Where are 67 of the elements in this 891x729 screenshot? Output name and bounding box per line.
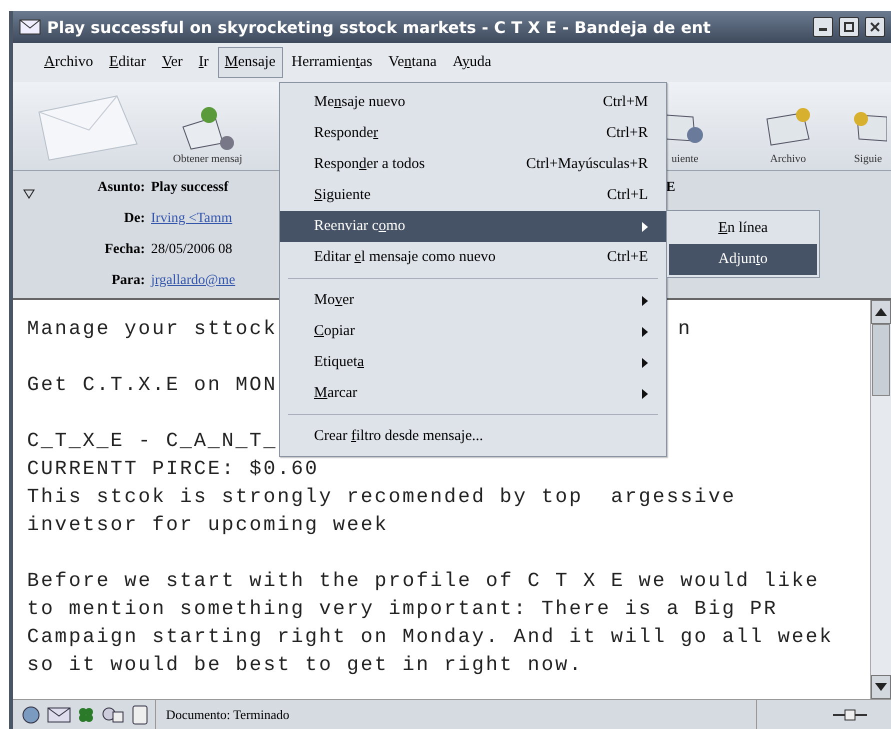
message-line: invetsor for upcoming week	[27, 514, 388, 537]
submenu-arrow-icon	[642, 326, 648, 336]
scroll-thumb[interactable]	[872, 324, 890, 396]
menu-item[interactable]: Ver	[154, 47, 190, 78]
toolbar-label[interactable]: Archivo	[770, 153, 806, 165]
menu-item[interactable]: Responder Ctrl+R	[280, 118, 666, 149]
close-button[interactable]	[865, 17, 885, 37]
window-title: Play successful on skyrocketing sstock markets - C T X E - Bandeja de ent	[47, 18, 712, 36]
menu-item[interactable]: Siguiente Ctrl+L	[280, 180, 666, 211]
field-label: Para:	[110, 273, 146, 289]
connection-icon	[833, 708, 867, 722]
envelope-icon	[19, 19, 41, 35]
submenu-arrow-icon	[642, 358, 648, 368]
message-line: to mention something very important: There is a Big PR	[27, 598, 778, 621]
address-link[interactable]: jrgallardo@me	[151, 273, 236, 289]
address-link[interactable]: Irving <Tamm	[151, 211, 232, 227]
menu-item[interactable]: Copiar	[280, 316, 666, 347]
menu-item[interactable]: Editar	[102, 47, 153, 78]
message-line: This stcok is strongly recomended by top argessive	[27, 486, 736, 509]
menu-item[interactable]: Ir	[192, 47, 216, 78]
toolbar-label[interactable]: Siguie	[854, 153, 882, 165]
field-value: Play successf	[151, 180, 228, 196]
field-value: E	[666, 180, 676, 196]
notebook-icon[interactable]	[131, 704, 149, 724]
menu-item[interactable]: Ayuda	[446, 47, 498, 78]
message-line: CURRENTT PIRCE: $0.60	[27, 458, 319, 481]
envelope-icon[interactable]	[47, 706, 71, 724]
submenu-arrow-icon	[642, 222, 648, 232]
clover-icon[interactable]	[77, 706, 95, 724]
submenu-arrow-icon	[642, 388, 648, 398]
field-value: 28/05/2006 08	[151, 242, 232, 258]
menu-item[interactable]: Herramientas	[284, 47, 380, 78]
menu-item[interactable]: Responder a todos Ctrl+Mayúsculas+R	[280, 149, 666, 180]
message-line: C_T_X_E - C_A_N_T_	[27, 430, 278, 453]
message-line: so it would be best to get in right now.	[27, 654, 584, 677]
menu-item[interactable]: Mover	[280, 285, 666, 316]
menu-item[interactable]: Editar el mensaje como nuevo Ctrl+E	[280, 242, 666, 273]
submenu-arrow-icon	[642, 296, 648, 306]
menu-item[interactable]: Adjunto	[669, 244, 817, 275]
menu-item[interactable]: Archivo	[37, 47, 100, 78]
message-line: Before we start with the profile of C T X E we would like	[27, 570, 820, 593]
menu-item[interactable]: Mensaje nuevo Ctrl+M	[280, 87, 666, 118]
scroll-down-icon[interactable]	[875, 683, 887, 691]
maximize-icon	[844, 22, 854, 32]
menu-item[interactable]: Ventana	[381, 47, 444, 78]
scroll-up-icon[interactable]	[875, 308, 887, 316]
menu-item[interactable]: Mensaje	[218, 47, 282, 78]
status-text: Documento: Terminado	[166, 706, 290, 722]
menu-item[interactable]: Etiqueta	[280, 347, 666, 378]
minimize-button[interactable]	[813, 17, 833, 37]
message-line: Campaign starting right on Monday. And it will go all week	[27, 626, 834, 649]
message-line: Get C.T.X.E on MON	[27, 374, 278, 397]
menu-item[interactable]: En línea	[669, 213, 817, 244]
scrollbar[interactable]	[870, 300, 891, 699]
collapse-icon[interactable]	[23, 189, 35, 199]
field-label: De:	[123, 211, 146, 227]
field-label: Fecha:	[104, 242, 146, 258]
message-line: Manage your sttock	[27, 318, 278, 341]
close-icon	[870, 22, 880, 32]
menu-item[interactable]: Crear filtro desde mensaje...	[280, 421, 666, 452]
menu-item[interactable]: Reenviar como	[280, 211, 666, 242]
message-line: n	[678, 317, 692, 343]
maximize-button[interactable]	[839, 17, 859, 37]
menu-item[interactable]: Marcar	[280, 378, 666, 409]
toolbar-label[interactable]: uiente	[672, 153, 698, 165]
field-label: Asunto:	[96, 180, 146, 196]
toolbar-label[interactable]: Obtener mensaj	[173, 153, 242, 165]
